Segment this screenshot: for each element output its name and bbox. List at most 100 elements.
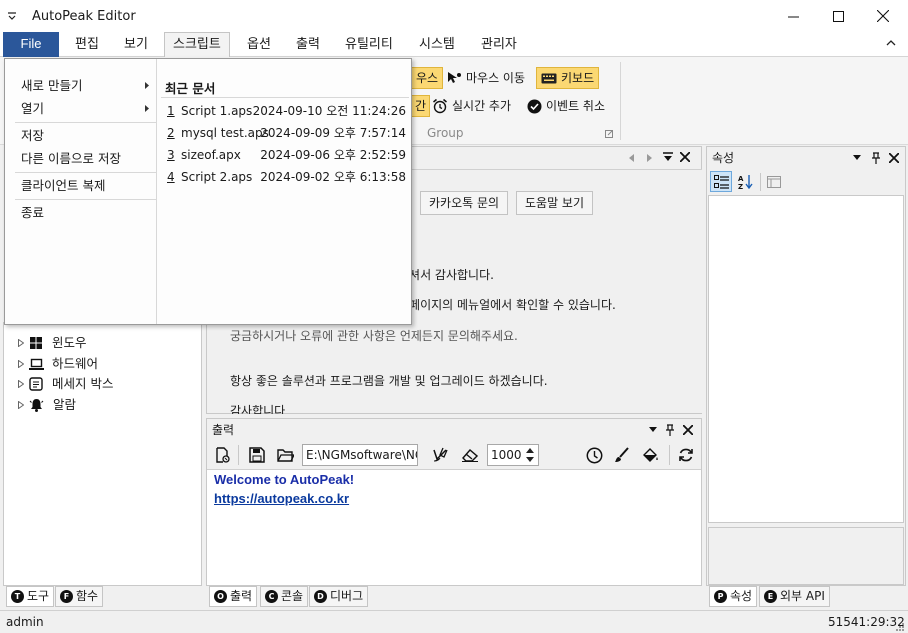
- tab-output[interactable]: O 출력: [209, 586, 258, 607]
- tab-properties[interactable]: P 속성: [709, 586, 758, 607]
- recent-document-item[interactable]: 1 Script 1.aps 2024-09-10 오전 11:24:26: [165, 100, 410, 122]
- menu-item-save[interactable]: 저장: [5, 124, 157, 147]
- menu-item-open[interactable]: 열기: [5, 97, 157, 120]
- recent-date: 2024-09-09 오후 7:57:14: [260, 126, 406, 140]
- new-document-icon[interactable]: [211, 444, 233, 466]
- menu-options[interactable]: 옵션: [239, 35, 279, 57]
- tab-console[interactable]: C 콘솔: [260, 586, 309, 607]
- property-description: [708, 527, 904, 585]
- recent-document-item[interactable]: 3 sizeof.apx 2024-09-06 오후 2:52:59: [165, 144, 410, 166]
- mouse-move-button[interactable]: 마우스 이동: [442, 67, 529, 89]
- tab-tools[interactable]: T 도구: [6, 586, 55, 607]
- event-cancel-button[interactable]: 이벤트 취소: [523, 95, 609, 117]
- properties-dropdown-icon[interactable]: [853, 155, 861, 160]
- property-grid[interactable]: [708, 195, 904, 523]
- start-text-line: 궁금하시거나 오류에 관한 사항은 언제든지 문의해주세요.: [230, 329, 518, 343]
- maximize-button[interactable]: [815, 0, 861, 32]
- window-title: AutoPeak Editor: [32, 9, 136, 24]
- keyboard-icon: [541, 73, 557, 84]
- output-console: Welcome to AutoPeak! https://autopeak.co…: [207, 469, 701, 585]
- brush-icon[interactable]: [611, 444, 633, 466]
- recent-document-item[interactable]: 2 mysql test.aps 2024-09-09 오후 7:57:14: [165, 122, 410, 144]
- expand-arrow-icon[interactable]: [18, 339, 24, 347]
- tab-external-api[interactable]: E 외부 API: [759, 586, 830, 607]
- right-tab-strip: P 속성 E 외부 API: [706, 586, 906, 608]
- output-path-input[interactable]: E:\NGMsoftware\NG: [302, 444, 418, 466]
- scroll-left-icon[interactable]: [629, 154, 635, 162]
- tab-label: 디버그: [330, 589, 364, 603]
- save-icon[interactable]: [246, 444, 268, 466]
- tree-item-label: 알람: [53, 397, 77, 412]
- tree-item-label: 메세지 박스: [52, 376, 114, 391]
- minimize-button[interactable]: [770, 0, 816, 32]
- document-close-icon[interactable]: [680, 152, 690, 162]
- start-text-line: 두페이지의 메뉴얼에서 확인할 수 있습니다.: [398, 298, 616, 312]
- menu-output[interactable]: 출력: [288, 35, 328, 57]
- recent-document-item[interactable]: 4 Script 2.aps 2024-09-02 오후 6:13:58: [165, 166, 410, 188]
- properties-close-icon[interactable]: [889, 153, 899, 163]
- output-title: 출력: [212, 423, 235, 437]
- output-pin-icon[interactable]: [665, 424, 675, 436]
- stepper-down-icon[interactable]: [526, 457, 534, 462]
- properties-title: 속성: [712, 151, 735, 165]
- menu-item-save-as[interactable]: 다른 이름으로 저장: [5, 147, 157, 170]
- tree-item-window[interactable]: 윈도우: [18, 333, 87, 353]
- expand-arrow-icon[interactable]: [18, 401, 24, 409]
- tree-item-messagebox[interactable]: 메세지 박스: [18, 374, 113, 394]
- check-circle-icon: [527, 99, 542, 114]
- stepper-up-icon[interactable]: [526, 448, 534, 453]
- title-bar: AutoPeak Editor: [0, 0, 908, 32]
- refresh-icon[interactable]: [675, 444, 697, 466]
- properties-panel: 속성 AZ: [706, 146, 906, 586]
- output-close-icon[interactable]: [683, 425, 693, 435]
- recent-index: 1: [167, 104, 175, 118]
- property-pages-button[interactable]: [763, 171, 785, 192]
- paint-bucket-icon[interactable]: [639, 444, 661, 466]
- interval-stepper[interactable]: 1000: [487, 444, 539, 466]
- menu-view[interactable]: 보기: [116, 35, 156, 57]
- group-launcher-icon[interactable]: [605, 130, 613, 138]
- realtime-add-label: 실시간 추가: [452, 99, 512, 113]
- collapse-ribbon-icon[interactable]: [886, 39, 896, 47]
- clock-icon[interactable]: [583, 444, 605, 466]
- start-text-line: 주셔서 감사합니다.: [398, 268, 494, 282]
- categorized-view-button[interactable]: [710, 171, 732, 192]
- close-button[interactable]: [860, 0, 906, 32]
- resize-grip-icon[interactable]: [895, 622, 905, 632]
- tab-debug[interactable]: D 디버그: [309, 586, 369, 607]
- clean-icon[interactable]: [429, 444, 451, 466]
- file-menu-button[interactable]: File: [3, 32, 59, 57]
- open-folder-icon[interactable]: [274, 444, 296, 466]
- menu-script[interactable]: 스크립트: [164, 32, 230, 57]
- menu-utility[interactable]: 유틸리티: [337, 35, 401, 57]
- eraser-icon[interactable]: [459, 444, 481, 466]
- help-button[interactable]: 도움말 보기: [516, 191, 594, 215]
- menu-edit[interactable]: 편집: [67, 35, 107, 57]
- expand-arrow-icon[interactable]: [18, 360, 24, 368]
- recent-date: 2024-09-10 오전 11:24:26: [252, 104, 406, 118]
- menu-system[interactable]: 시스템: [411, 35, 463, 57]
- menu-item-exit[interactable]: 종료: [5, 201, 157, 224]
- properties-pin-icon[interactable]: [871, 152, 881, 164]
- mouse-button[interactable]: 우스: [412, 67, 444, 89]
- system-menu-icon[interactable]: [7, 10, 17, 20]
- output-tab-strip: O 출력 C 콘솔 D 디버그: [206, 586, 702, 608]
- recent-filename: Script 2.aps: [181, 170, 253, 184]
- menu-item-clone-client[interactable]: 클라이언트 복제: [5, 174, 157, 197]
- tree-item-alarm[interactable]: 알람: [18, 395, 76, 415]
- expand-arrow-icon[interactable]: [18, 380, 24, 388]
- realtime-add-button[interactable]: 실시간 추가: [428, 95, 515, 117]
- tab-badge: O: [214, 590, 227, 603]
- website-link[interactable]: https://autopeak.co.kr: [214, 491, 349, 506]
- menu-admin[interactable]: 관리자: [473, 35, 525, 57]
- document-list-icon[interactable]: [663, 152, 673, 162]
- output-toolbar: E:\NGMsoftware\NG 1000: [207, 441, 701, 469]
- output-dropdown-icon[interactable]: [649, 427, 657, 432]
- kakaotalk-inquiry-button[interactable]: 카카오톡 문의: [420, 191, 509, 215]
- tree-item-hardware[interactable]: 하드웨어: [18, 354, 98, 374]
- alphabetical-view-button[interactable]: AZ: [735, 171, 757, 192]
- keyboard-button[interactable]: 키보드: [536, 67, 600, 89]
- tab-functions[interactable]: F 함수: [55, 586, 104, 607]
- scroll-right-icon[interactable]: [647, 154, 653, 162]
- menu-item-new[interactable]: 새로 만들기: [5, 74, 157, 97]
